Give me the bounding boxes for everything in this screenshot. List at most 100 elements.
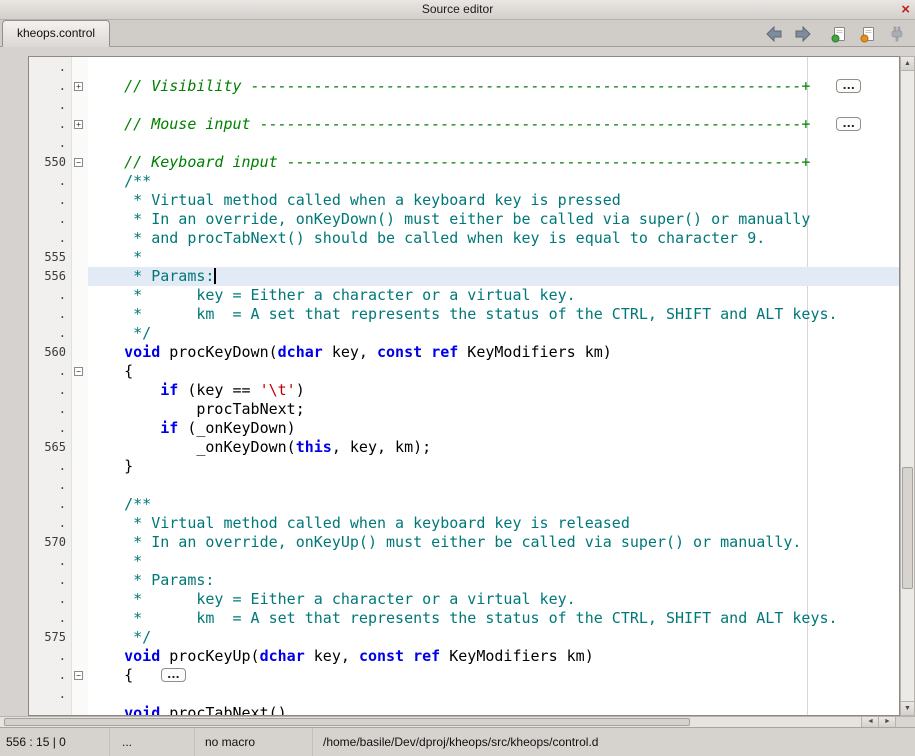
code-line[interactable]: 565 _onKeyDown(this, key, km); — [29, 438, 899, 457]
gutter-dot[interactable]: . — [29, 134, 71, 153]
code-line[interactable]: . — [29, 134, 899, 153]
gutter-dot[interactable]: . — [29, 58, 71, 77]
vertical-scrollbar-thumb[interactable] — [902, 467, 913, 589]
tabbar: kheops.control — [0, 20, 915, 47]
code-line[interactable]: 575 */ — [29, 628, 899, 647]
gutter-dot[interactable]: . — [29, 704, 71, 716]
code-line[interactable]: . * key = Either a character or a virtua… — [29, 286, 899, 305]
horizontal-scrollbar[interactable]: ◄ ► — [0, 716, 915, 727]
code-line[interactable]: 570 * In an override, onKeyUp() must eit… — [29, 533, 899, 552]
code-line[interactable]: . — [29, 96, 899, 115]
gutter-dot[interactable]: . — [29, 286, 71, 305]
code-line[interactable]: . void procKeyUp(dchar key, const ref Ke… — [29, 647, 899, 666]
gutter-dot[interactable]: . — [29, 495, 71, 514]
gutter-dot[interactable]: . — [29, 400, 71, 419]
code-line[interactable]: . * and procTabNext() should be called w… — [29, 229, 899, 248]
folded-code-ellipsis[interactable]: ... — [836, 117, 861, 131]
titlebar[interactable]: Source editor × — [0, 0, 915, 20]
code-line[interactable]: . if (key == '\t') — [29, 381, 899, 400]
fold-toggle-icon[interactable]: − — [74, 367, 83, 376]
line-number[interactable]: 556 — [29, 267, 71, 286]
line-number[interactable]: 570 — [29, 533, 71, 552]
code-line[interactable]: . * Virtual method called when a keyboar… — [29, 191, 899, 210]
code-text — [88, 58, 899, 77]
document-close-button[interactable] — [858, 25, 878, 43]
nav-forward-button[interactable] — [793, 25, 813, 43]
scroll-right-button[interactable]: ► — [878, 717, 896, 727]
code-line[interactable]: . */ — [29, 324, 899, 343]
document-add-button[interactable] — [829, 25, 849, 43]
gutter-dot[interactable]: . — [29, 305, 71, 324]
tab-kheops-control[interactable]: kheops.control — [2, 20, 110, 47]
code-line[interactable]: . * key = Either a character or a virtua… — [29, 590, 899, 609]
code-line[interactable]: 560 void procKeyDown(dchar key, const re… — [29, 343, 899, 362]
code-editor[interactable]: ..+ // Visibility ----------------------… — [28, 56, 900, 716]
gutter-dot[interactable]: . — [29, 381, 71, 400]
gutter-dot[interactable]: . — [29, 324, 71, 343]
gutter-dot[interactable]: . — [29, 666, 71, 685]
line-number[interactable]: 555 — [29, 248, 71, 267]
scroll-left-button[interactable]: ◄ — [861, 717, 879, 727]
fold-toggle-icon[interactable]: + — [74, 82, 83, 91]
gutter-dot[interactable]: . — [29, 590, 71, 609]
gutter-dot[interactable]: . — [29, 229, 71, 248]
folded-code-ellipsis[interactable]: ... — [161, 668, 186, 682]
nav-back-button[interactable] — [764, 25, 784, 43]
code-line[interactable]: . /** — [29, 495, 899, 514]
code-line[interactable]: . * km = A set that represents the statu… — [29, 609, 899, 628]
gutter-dot[interactable]: . — [29, 647, 71, 666]
code-line[interactable]: . void procTabNext() — [29, 704, 899, 716]
gutter-dot[interactable]: . — [29, 210, 71, 229]
scroll-up-button[interactable]: ▲ — [901, 57, 914, 71]
code-line[interactable]: . * In an override, onKeyDown() must eit… — [29, 210, 899, 229]
code-line[interactable]: . — [29, 476, 899, 495]
fold-column-cell — [71, 514, 88, 533]
detach-button[interactable] — [887, 25, 907, 43]
code-line[interactable]: .− {... — [29, 666, 899, 685]
gutter-dot[interactable]: . — [29, 514, 71, 533]
gutter-dot[interactable]: . — [29, 96, 71, 115]
code-line[interactable]: 550− // Keyboard input -----------------… — [29, 153, 899, 172]
fold-toggle-icon[interactable]: + — [74, 120, 83, 129]
gutter-dot[interactable]: . — [29, 172, 71, 191]
code-line[interactable]: . * Virtual method called when a keyboar… — [29, 514, 899, 533]
code-line[interactable]: 555 * — [29, 248, 899, 267]
gutter-dot[interactable]: . — [29, 362, 71, 381]
folded-code-ellipsis[interactable]: ... — [836, 79, 861, 93]
document-close-icon — [860, 26, 876, 43]
code-text: * — [88, 552, 899, 571]
scroll-down-button[interactable]: ▼ — [901, 701, 914, 715]
gutter-dot[interactable]: . — [29, 457, 71, 476]
gutter-dot[interactable]: . — [29, 685, 71, 704]
code-line[interactable]: 556 * Params: — [29, 267, 899, 286]
code-line[interactable]: . * km = A set that represents the statu… — [29, 305, 899, 324]
code-line[interactable]: .+ // Visibility -----------------------… — [29, 77, 899, 96]
code-line[interactable]: . * Params: — [29, 571, 899, 590]
line-number[interactable]: 575 — [29, 628, 71, 647]
code-line[interactable]: . procTabNext; — [29, 400, 899, 419]
close-button[interactable]: × — [901, 1, 910, 18]
gutter-dot[interactable]: . — [29, 552, 71, 571]
line-number[interactable]: 565 — [29, 438, 71, 457]
vertical-scrollbar[interactable]: ▲ ▼ — [900, 56, 915, 716]
gutter-dot[interactable]: . — [29, 77, 71, 96]
code-line[interactable]: . /** — [29, 172, 899, 191]
fold-toggle-icon[interactable]: − — [74, 158, 83, 167]
line-number[interactable]: 560 — [29, 343, 71, 362]
gutter-dot[interactable]: . — [29, 191, 71, 210]
gutter-dot[interactable]: . — [29, 115, 71, 134]
code-line[interactable]: . — [29, 685, 899, 704]
code-line[interactable]: .− { — [29, 362, 899, 381]
code-line[interactable]: . * — [29, 552, 899, 571]
code-line[interactable]: . if (_onKeyDown) — [29, 419, 899, 438]
code-line[interactable]: .+ // Mouse input ----------------------… — [29, 115, 899, 134]
fold-toggle-icon[interactable]: − — [74, 671, 83, 680]
gutter-dot[interactable]: . — [29, 476, 71, 495]
line-number[interactable]: 550 — [29, 153, 71, 172]
code-line[interactable]: . — [29, 58, 899, 77]
code-line[interactable]: . } — [29, 457, 899, 476]
gutter-dot[interactable]: . — [29, 609, 71, 628]
gutter-dot[interactable]: . — [29, 419, 71, 438]
gutter-dot[interactable]: . — [29, 571, 71, 590]
horizontal-scrollbar-thumb[interactable] — [4, 718, 690, 726]
